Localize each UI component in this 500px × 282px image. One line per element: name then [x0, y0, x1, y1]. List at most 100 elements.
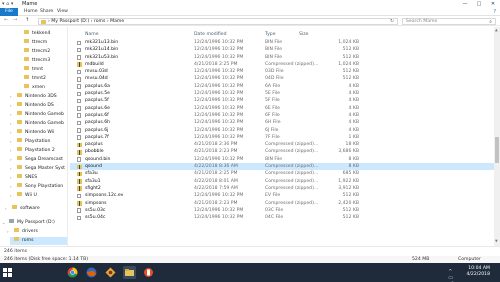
nav-item[interactable]: › Nintendo 3DS	[10, 93, 57, 101]
nav-item[interactable]: xmen	[24, 84, 45, 92]
chevron-right-icon[interactable]: ›	[10, 111, 12, 119]
nav-item[interactable]: › Nintendo DS	[10, 102, 54, 110]
scroll-down-icon[interactable]: ▼	[495, 239, 498, 243]
file-row[interactable]: simpsons.12c.ev 12/24/1996 10:32 PM EV Fil…	[70, 192, 494, 199]
chevron-right-icon[interactable]: ›	[5, 205, 7, 213]
taskbar-explorer-icon[interactable]	[123, 266, 136, 279]
nav-item[interactable]: ttrecm3	[24, 57, 50, 65]
taskbar-firefox-icon[interactable]	[85, 266, 98, 279]
file-row[interactable]: mdbuild 4/21/2018 2:25 PM Compressed (zipp…	[70, 61, 494, 68]
file-row[interactable]: pacplus.6f 12/24/1996 10:32 PM 6F File 4 KB	[70, 112, 494, 119]
refresh-icon[interactable]: ↻	[390, 19, 394, 24]
chevron-down-icon[interactable]: ⌄	[2, 219, 5, 227]
nav-item-roms[interactable]: roms	[10, 237, 67, 245]
chevron-right-icon[interactable]: ›	[10, 192, 12, 200]
column-header-date[interactable]: Date modified	[194, 32, 227, 37]
breadcrumb[interactable]: › My Passport (D:) › roms › Mame	[48, 19, 124, 24]
tab-file[interactable]: File	[0, 8, 18, 16]
back-button[interactable]: ←	[4, 17, 8, 23]
file-row[interactable]: mk321u13.bin 12/24/1996 10:32 PM BIN File 1…	[70, 39, 494, 46]
file-row[interactable]: pacplus.7f 12/24/1996 10:32 PM 7F File 1 KB	[70, 134, 494, 141]
minimize-button[interactable]: —	[458, 0, 472, 8]
chevron-right-icon[interactable]: ›	[10, 174, 12, 182]
file-row[interactable]: sfa3u 4/21/2018 2:25 PM Compressed (zipped…	[70, 170, 494, 177]
search-input[interactable]: Search Mame	[406, 19, 437, 24]
tab-view[interactable]: View	[57, 8, 68, 16]
nav-item[interactable]: › Nintendo Wii	[10, 129, 54, 137]
file-row[interactable]: qsound 4/22/2018 8:36 AM Compressed (zippe…	[70, 163, 494, 171]
file-date: 12/24/1996 10:32 PM	[194, 76, 244, 82]
file-row[interactable]: pacplus 4/21/2018 2:36 PM Compressed (zipp…	[70, 141, 494, 148]
search-icon[interactable]: ⌕	[489, 19, 492, 25]
nav-item[interactable]: › drivers	[7, 228, 38, 236]
up-button[interactable]: ↑	[25, 17, 29, 23]
nav-item[interactable]: ⌄ My Passport (D:)	[2, 219, 55, 227]
file-row[interactable]: mk321u53.bin 12/24/1996 10:32 PM BIN File 5…	[70, 54, 494, 61]
file-row[interactable]: pacplus.6h 12/24/1996 10:32 PM 6H File 4 KB	[70, 119, 494, 126]
column-header-type[interactable]: Type	[265, 32, 276, 37]
tab-home[interactable]: Home	[24, 8, 38, 16]
nav-item[interactable]: › Sega Master Syst	[10, 165, 65, 173]
chevron-right-icon[interactable]: ›	[10, 147, 12, 155]
nav-item[interactable]: › SNES	[10, 174, 37, 182]
file-name: pacplus.6f	[85, 112, 109, 118]
clock[interactable]: 10:04 AM 4/22/2018	[460, 266, 490, 278]
column-header-size[interactable]: Size	[299, 32, 308, 37]
nav-item[interactable]: › Nintendo Gameb	[10, 120, 64, 128]
chevron-right-icon[interactable]: ›	[10, 102, 12, 110]
tab-share[interactable]: Share	[40, 8, 53, 16]
file-row[interactable]: sfight2 4/22/2018 7:59 AM Compressed (zipp…	[70, 185, 494, 192]
chevron-right-icon[interactable]: ›	[10, 156, 12, 164]
nav-item[interactable]: › Playstation	[10, 138, 50, 146]
close-button[interactable]: ✕	[486, 0, 500, 8]
chevron-right-icon[interactable]: ›	[10, 165, 12, 173]
start-button[interactable]	[3, 268, 12, 277]
chevron-right-icon[interactable]: ›	[10, 120, 12, 128]
nav-item[interactable]: › Nintendo Gameb	[10, 111, 64, 119]
nav-item[interactable]: tmnt	[24, 66, 43, 74]
file-row[interactable]: mvsu.03d 12/24/1996 10:32 PM 03D File 512 K…	[70, 68, 494, 75]
nav-item[interactable]: ttrecm	[24, 39, 47, 47]
file-row[interactable]: ss5u.04c 12/24/1996 10:32 PM 04C File 512 K…	[70, 214, 494, 221]
file-row[interactable]: pbobble 4/21/2018 2:23 PM Compressed (zipp…	[70, 148, 494, 155]
search-box[interactable]: Search Mame ⌕	[402, 17, 496, 25]
help-icon[interactable]: ?	[493, 9, 496, 15]
file-row[interactable]: mk321u14.bin 12/24/1996 10:32 PM BIN File 5…	[70, 46, 494, 53]
maximize-button[interactable]: □	[472, 0, 486, 8]
chevron-right-icon[interactable]: ›	[7, 228, 9, 236]
nav-item[interactable]: ttrecm2	[24, 48, 50, 56]
file-row[interactable]: pacplus.5e 12/24/1996 10:32 PM 5E File 4 KB	[70, 90, 494, 97]
column-header-name[interactable]: Name	[85, 32, 99, 37]
forward-button[interactable]: →	[13, 17, 17, 23]
scroll-up-icon[interactable]: ▲	[495, 28, 498, 32]
nav-item[interactable]: › Playstation 2	[10, 147, 55, 155]
taskbar-chrome-icon[interactable]	[66, 266, 79, 279]
nav-item[interactable]: › Sony Playstation	[10, 183, 63, 191]
file-row[interactable]: mvsu.04d 12/24/1996 10:32 PM 04D File 512 K…	[70, 75, 494, 82]
nav-item[interactable]: › software	[5, 205, 40, 213]
nav-item[interactable]: › Sega Dreamcast	[10, 156, 63, 164]
nav-item[interactable]: › Wii U	[10, 192, 37, 200]
chevron-right-icon[interactable]: ›	[10, 138, 12, 146]
taskbar-app-icon[interactable]	[104, 266, 117, 279]
address-bar[interactable]: › My Passport (D:) › roms › Mame ↻	[38, 17, 398, 25]
file-row[interactable]: ss5u.03c 12/24/1996 10:32 PM 03C File 512 K…	[70, 207, 494, 214]
chevron-right-icon[interactable]: ›	[10, 93, 12, 101]
scrollbar-thumb[interactable]	[495, 137, 499, 163]
vertical-scrollbar[interactable]: ▲ ▼	[494, 27, 500, 246]
file-row[interactable]: pacplus.6j 12/24/1996 10:32 PM 6J File 4 KB	[70, 127, 494, 134]
quick-access-toolbar[interactable]: ▾ ⌂ ▾	[2, 1, 13, 7]
file-row[interactable]: pacplus.6e 12/24/1996 10:32 PM 6E File 4 KB	[70, 105, 494, 112]
chevron-right-icon[interactable]: ›	[10, 183, 12, 191]
file-row[interactable]: pacplus.6a 12/24/1996 10:32 PM 6A File 4 KB	[70, 83, 494, 90]
taskbar-app2-icon[interactable]	[142, 266, 155, 279]
file-row[interactable]: sfa3u1 4/22/2018 8:01 AM Compressed (zippe…	[70, 178, 494, 185]
file-row[interactable]: qsound.bin 12/24/1996 10:32 PM BIN File 8 K…	[70, 156, 494, 163]
file-type: BIN File	[265, 54, 283, 60]
chevron-right-icon[interactable]: ›	[10, 129, 12, 137]
nav-item[interactable]: tekken4	[24, 30, 50, 38]
nav-item[interactable]: tmnt2	[24, 75, 46, 83]
file-row[interactable]: pacplus.5f 12/24/1996 10:32 PM 5F File 4 KB	[70, 97, 494, 104]
file-row[interactable]: simpsons 4/21/2018 2:23 PM Compressed (zip…	[70, 200, 494, 207]
tray-icons[interactable]: ^ ▭ ◀)	[448, 269, 454, 282]
